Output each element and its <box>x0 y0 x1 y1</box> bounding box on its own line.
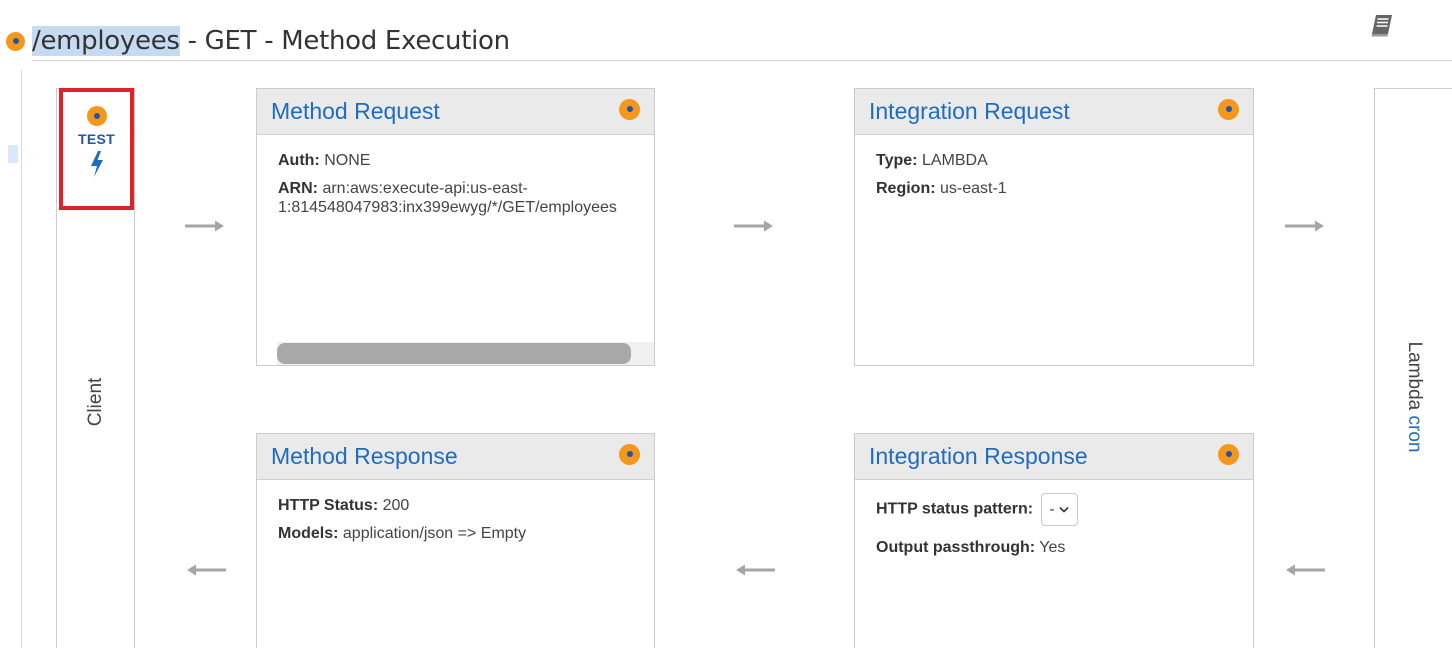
title-method: - GET - Method Execution <box>179 26 511 56</box>
lambda-function-link[interactable]: cron <box>1404 415 1425 452</box>
arrow-left-icon <box>736 564 775 576</box>
status-dot-icon <box>6 31 25 51</box>
auth-row: Auth: NONE <box>278 151 634 170</box>
passthrough-value: Yes <box>1039 539 1066 556</box>
arrow-right-icon <box>185 220 224 232</box>
auth-value: NONE <box>324 152 371 169</box>
lambda-type-label: Lambda <box>1404 341 1425 411</box>
integration-response-link[interactable]: Integration Response <box>869 443 1088 470</box>
method-request-dot-icon <box>619 98 640 120</box>
lambda-label: Lambda cron <box>1403 342 1425 453</box>
models-row: Models: application/json => Empty <box>278 524 634 543</box>
method-request-header: Method Request <box>257 89 654 135</box>
method-response-dot-icon <box>619 443 640 465</box>
type-label: Type: <box>876 152 918 169</box>
method-request-link[interactable]: Method Request <box>271 98 440 125</box>
integration-request-header: Integration Request <box>855 89 1253 135</box>
arrow-right-icon <box>734 220 773 232</box>
method-request-panel: Method Request Auth: NONE ARN: arn:aws:e… <box>256 88 655 366</box>
integration-response-dot-icon <box>1218 443 1239 465</box>
page-header: /employees - GET - Method Execution <box>6 22 510 60</box>
status-pattern-row: HTTP status pattern: - <box>876 493 1233 526</box>
status-pattern-select[interactable]: - <box>1040 493 1078 526</box>
horizontal-scrollbar[interactable] <box>277 342 654 365</box>
arrow-left-icon <box>187 564 226 576</box>
status-pattern-value: - <box>1049 501 1055 518</box>
method-request-body: Auth: NONE ARN: arn:aws:execute-api:us-e… <box>257 135 654 226</box>
left-gutter-marker <box>8 145 18 163</box>
scrollbar-thumb[interactable] <box>277 343 631 364</box>
region-label: Region: <box>876 180 936 197</box>
auth-label: Auth: <box>278 152 320 169</box>
bolt-icon <box>90 151 103 177</box>
page-title: /employees - GET - Method Execution <box>32 26 510 56</box>
arn-value: arn:aws:execute-api:us-east-1:8145480479… <box>278 180 617 216</box>
method-response-link[interactable]: Method Response <box>271 443 458 470</box>
integration-request-link[interactable]: Integration Request <box>869 98 1070 125</box>
status-pattern-label: HTTP status pattern: <box>876 500 1034 518</box>
method-response-header: Method Response <box>257 434 654 480</box>
resource-path: /employees <box>32 26 180 56</box>
integration-request-panel: Integration Request Type: LAMBDA Region:… <box>854 88 1254 366</box>
passthrough-row: Output passthrough: Yes <box>876 538 1233 557</box>
book-icon[interactable] <box>1369 12 1395 38</box>
left-gutter-line <box>21 70 22 648</box>
type-value: LAMBDA <box>921 152 988 169</box>
header-divider <box>32 60 1452 61</box>
passthrough-label: Output passthrough: <box>876 539 1036 556</box>
type-row: Type: LAMBDA <box>876 151 1233 170</box>
region-row: Region: us-east-1 <box>876 179 1233 198</box>
method-response-panel: Method Response HTTP Status: 200 Models:… <box>256 433 655 648</box>
test-label: TEST <box>78 131 115 147</box>
arn-label: ARN: <box>278 180 318 197</box>
arrow-right-icon <box>1285 220 1324 232</box>
method-response-body: HTTP Status: 200 Models: application/jso… <box>257 480 654 552</box>
integration-request-body: Type: LAMBDA Region: us-east-1 <box>855 135 1253 207</box>
arn-row: ARN: arn:aws:execute-api:us-east-1:81454… <box>278 179 654 217</box>
chevron-down-icon <box>1058 506 1069 513</box>
http-status-label: HTTP Status: <box>278 497 379 514</box>
method-execution-page: /employees - GET - Method Execution TEST… <box>0 0 1452 648</box>
arrow-left-icon <box>1286 564 1325 576</box>
integration-request-dot-icon <box>1218 98 1239 120</box>
region-value: us-east-1 <box>940 180 1007 197</box>
models-label: Models: <box>278 525 339 542</box>
http-status-value: 200 <box>382 497 410 514</box>
client-label: Client <box>85 377 106 427</box>
http-status-row: HTTP Status: 200 <box>278 496 634 515</box>
integration-response-body: HTTP status pattern: - Output passthroug… <box>855 480 1253 566</box>
integration-response-header: Integration Response <box>855 434 1253 480</box>
models-value: application/json => Empty <box>342 525 527 542</box>
integration-response-panel: Integration Response HTTP status pattern… <box>854 433 1254 648</box>
test-button[interactable]: TEST <box>59 88 134 210</box>
test-dot-icon <box>86 106 107 126</box>
